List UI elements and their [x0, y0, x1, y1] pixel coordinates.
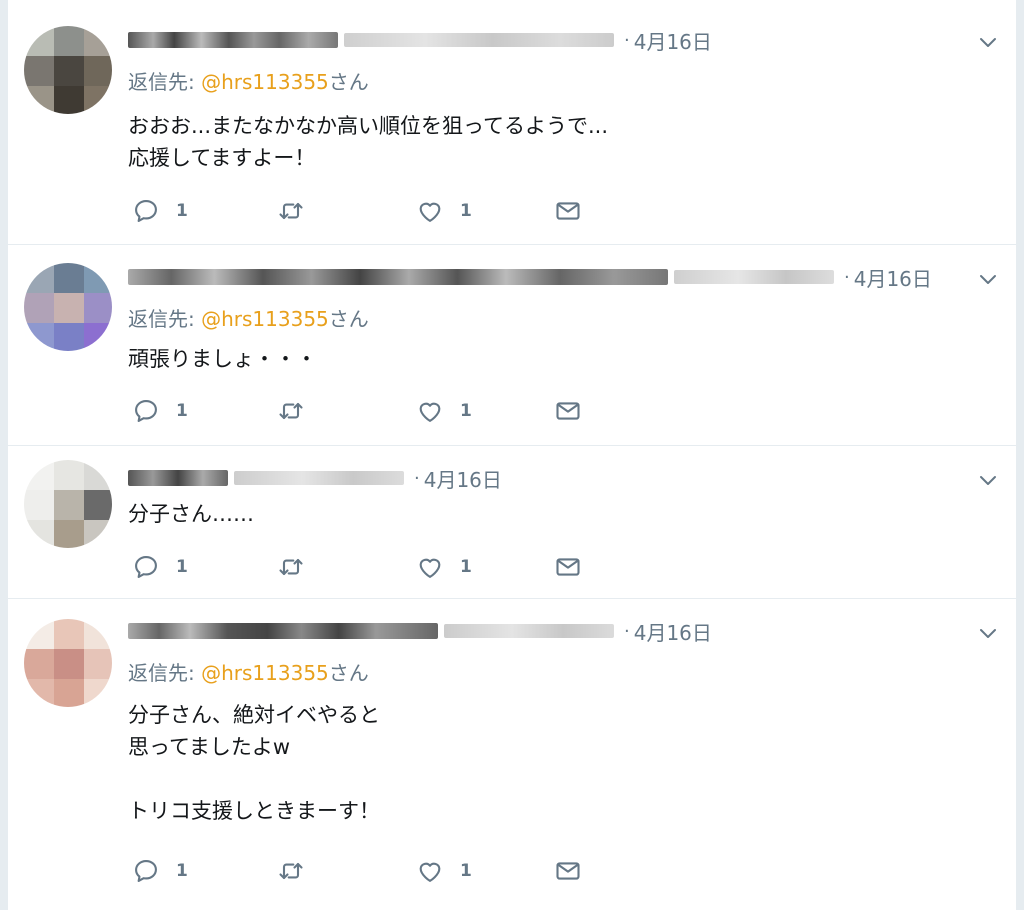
- username[interactable]: [674, 270, 834, 284]
- heart-icon: [416, 397, 444, 425]
- username[interactable]: [234, 471, 404, 485]
- reply-button[interactable]: 1: [132, 396, 188, 426]
- avatar[interactable]: [24, 619, 112, 707]
- reply-count: 1: [176, 861, 188, 881]
- direct-message-button[interactable]: [554, 196, 582, 226]
- display-name[interactable]: [128, 623, 438, 639]
- envelope-icon: [554, 197, 582, 225]
- tweet-timeline: · 4月16日 返信先: @hrs113355さん おおお...またなかなか高い…: [8, 0, 1016, 910]
- retweet-button[interactable]: [277, 856, 305, 886]
- like-button[interactable]: 1: [416, 196, 472, 226]
- tweet-header: · 4月16日: [128, 464, 502, 492]
- mention-link[interactable]: @hrs113355: [201, 70, 329, 94]
- tweet[interactable]: · 4月16日 分子さん…… 1 1: [8, 446, 1016, 599]
- speech-bubble-icon: [132, 553, 160, 581]
- envelope-icon: [554, 553, 582, 581]
- reply-count: 1: [176, 201, 188, 221]
- heart-icon: [416, 553, 444, 581]
- chevron-down-icon[interactable]: [976, 621, 1000, 645]
- envelope-icon: [554, 397, 582, 425]
- direct-message-button[interactable]: [554, 552, 582, 582]
- tweet-text: 頑張りましょ・・・: [128, 347, 317, 371]
- tweet[interactable]: · 4月16日 返信先: @hrs113355さん 頑張りましょ・・・ 1 1: [8, 245, 1016, 446]
- display-name[interactable]: [128, 470, 228, 486]
- heart-icon: [416, 857, 444, 885]
- chevron-down-icon[interactable]: [976, 468, 1000, 492]
- like-button[interactable]: 1: [416, 856, 472, 886]
- reply-prefix: 返信先:: [128, 661, 202, 685]
- reply-prefix: 返信先:: [128, 307, 202, 331]
- tweet-date[interactable]: 4月16日: [634, 617, 712, 646]
- reply-to-line: 返信先: @hrs113355さん: [128, 303, 369, 332]
- tweet-header: · 4月16日: [128, 263, 932, 291]
- speech-bubble-icon: [132, 397, 160, 425]
- tweet[interactable]: · 4月16日 返信先: @hrs113355さん 分子さん、絶対イベやると 思…: [8, 599, 1016, 910]
- avatar[interactable]: [24, 460, 112, 548]
- direct-message-button[interactable]: [554, 856, 582, 886]
- envelope-icon: [554, 857, 582, 885]
- tweet-header: · 4月16日: [128, 26, 712, 54]
- tweet-text: 分子さん……: [128, 502, 254, 526]
- like-button[interactable]: 1: [416, 552, 472, 582]
- mention-link[interactable]: @hrs113355: [201, 661, 329, 685]
- avatar[interactable]: [24, 263, 112, 351]
- display-name[interactable]: [128, 269, 668, 285]
- mention-link[interactable]: @hrs113355: [201, 307, 329, 331]
- tweet-header: · 4月16日: [128, 617, 712, 645]
- separator-dot: ·: [844, 266, 850, 288]
- retweet-arrows-icon: [277, 197, 305, 225]
- like-button[interactable]: 1: [416, 396, 472, 426]
- username[interactable]: [344, 33, 614, 47]
- reply-suffix: さん: [328, 307, 369, 331]
- reply-button[interactable]: 1: [132, 552, 188, 582]
- separator-dot: ·: [624, 29, 630, 51]
- tweet-text: おおお...またなかなか高い順位を狙ってるようで... 応援してますよー！: [128, 114, 608, 170]
- separator-dot: ·: [624, 620, 630, 642]
- reply-suffix: さん: [328, 70, 369, 94]
- username[interactable]: [444, 624, 614, 638]
- chevron-down-icon[interactable]: [976, 30, 1000, 54]
- retweet-arrows-icon: [277, 397, 305, 425]
- display-name[interactable]: [128, 32, 338, 48]
- retweet-button[interactable]: [277, 552, 305, 582]
- reply-prefix: 返信先:: [128, 70, 202, 94]
- like-count: 1: [460, 201, 472, 221]
- reply-to-line: 返信先: @hrs113355さん: [128, 66, 369, 95]
- reply-suffix: さん: [328, 661, 369, 685]
- reply-button[interactable]: 1: [132, 856, 188, 886]
- reply-to-line: 返信先: @hrs113355さん: [128, 657, 369, 686]
- retweet-button[interactable]: [277, 396, 305, 426]
- chevron-down-icon[interactable]: [976, 267, 1000, 291]
- direct-message-button[interactable]: [554, 396, 582, 426]
- tweet-date[interactable]: 4月16日: [424, 464, 502, 493]
- reply-count: 1: [176, 557, 188, 577]
- tweet-text: 分子さん、絶対イベやると 思ってましたよw トリコ支援しときまーす！: [128, 703, 380, 823]
- tweet-date[interactable]: 4月16日: [854, 263, 932, 292]
- retweet-button[interactable]: [277, 196, 305, 226]
- like-count: 1: [460, 401, 472, 421]
- tweet-date[interactable]: 4月16日: [634, 26, 712, 55]
- like-count: 1: [460, 557, 472, 577]
- avatar[interactable]: [24, 26, 112, 114]
- retweet-arrows-icon: [277, 553, 305, 581]
- reply-button[interactable]: 1: [132, 196, 188, 226]
- like-count: 1: [460, 861, 472, 881]
- separator-dot: ·: [414, 467, 420, 489]
- speech-bubble-icon: [132, 857, 160, 885]
- speech-bubble-icon: [132, 197, 160, 225]
- heart-icon: [416, 197, 444, 225]
- tweet[interactable]: · 4月16日 返信先: @hrs113355さん おおお...またなかなか高い…: [8, 0, 1016, 245]
- retweet-arrows-icon: [277, 857, 305, 885]
- reply-count: 1: [176, 401, 188, 421]
